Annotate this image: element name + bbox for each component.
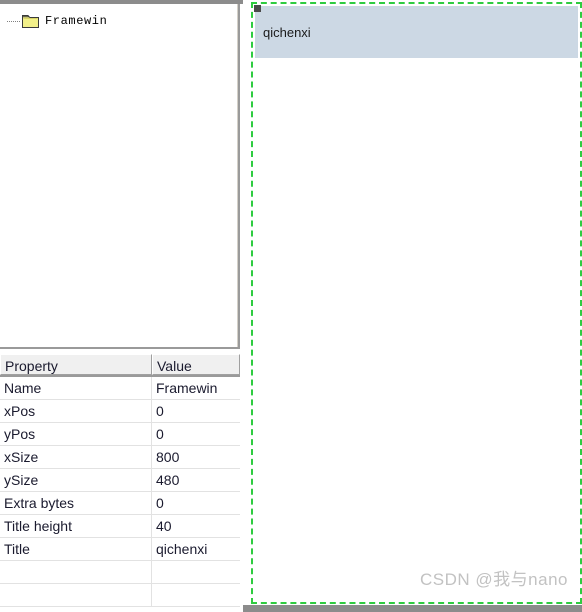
watermark-text: CSDN @我与nano — [420, 570, 568, 589]
property-value-cell[interactable]: Framewin — [152, 377, 240, 399]
property-name-cell: ySize — [0, 469, 152, 491]
property-grid-header: Property Value — [0, 353, 240, 377]
property-value-cell[interactable]: 0 — [152, 492, 240, 514]
framewin-title-text: qichenxi — [263, 24, 311, 40]
tree-item-label: Framewin — [45, 14, 108, 28]
table-row[interactable] — [0, 584, 240, 607]
framewin-titlebar[interactable]: qichenxi — [255, 6, 578, 58]
left-column: Framewin Property Value Name Framewin xPos… — [0, 4, 243, 612]
property-value-cell[interactable]: qichenxi — [152, 538, 240, 560]
bottom-gray-strip — [243, 605, 582, 612]
resize-handle-top-left[interactable] — [254, 5, 261, 12]
table-row[interactable]: ySize 480 — [0, 469, 240, 492]
table-row[interactable]: Extra bytes 0 — [0, 492, 240, 515]
property-name-cell: xSize — [0, 446, 152, 468]
table-row[interactable]: xPos 0 — [0, 400, 240, 423]
folder-icon — [22, 14, 39, 28]
property-value-cell[interactable]: 480 — [152, 469, 240, 491]
tree-connector-line — [4, 12, 22, 30]
property-name-cell: xPos — [0, 400, 152, 422]
property-name-cell: Title height — [0, 515, 152, 537]
table-row[interactable]: Title height 40 — [0, 515, 240, 538]
table-row[interactable]: Name Framewin — [0, 377, 240, 400]
property-value-cell[interactable] — [152, 584, 240, 606]
property-value-cell[interactable]: 800 — [152, 446, 240, 468]
property-value-cell[interactable] — [152, 561, 240, 583]
property-name-cell: Extra bytes — [0, 492, 152, 514]
property-name-cell: yPos — [0, 423, 152, 445]
tree-item-framewin[interactable]: Framewin — [4, 12, 107, 30]
property-value-cell[interactable]: 0 — [152, 400, 240, 422]
property-name-cell — [0, 584, 152, 606]
property-grid-body: Name Framewin xPos 0 yPos 0 xSize 800 ySize 480 Ex… — [0, 377, 240, 607]
property-name-cell — [0, 561, 152, 583]
table-row[interactable]: Title qichenxi — [0, 538, 240, 561]
gui-builder-window: Framewin Property Value Name Framewin xPos… — [0, 0, 582, 612]
property-name-cell: Title — [0, 538, 152, 560]
property-name-cell: Name — [0, 377, 152, 399]
table-row[interactable] — [0, 561, 240, 584]
framewin-client-area[interactable] — [255, 58, 578, 600]
column-header-value[interactable]: Value — [152, 354, 240, 375]
property-value-cell[interactable]: 0 — [152, 423, 240, 445]
property-grid-panel[interactable]: Property Value Name Framewin xPos 0 yPos 0 xSi… — [0, 353, 240, 612]
framewin-widget[interactable]: qichenxi — [251, 2, 582, 604]
table-row[interactable]: xSize 800 — [0, 446, 240, 469]
property-value-cell[interactable]: 40 — [152, 515, 240, 537]
table-row[interactable]: yPos 0 — [0, 423, 240, 446]
column-header-property[interactable]: Property — [0, 354, 152, 375]
widget-tree-panel[interactable]: Framewin — [0, 4, 240, 349]
design-canvas[interactable]: qichenxi CSDN @我与nano — [243, 0, 582, 612]
